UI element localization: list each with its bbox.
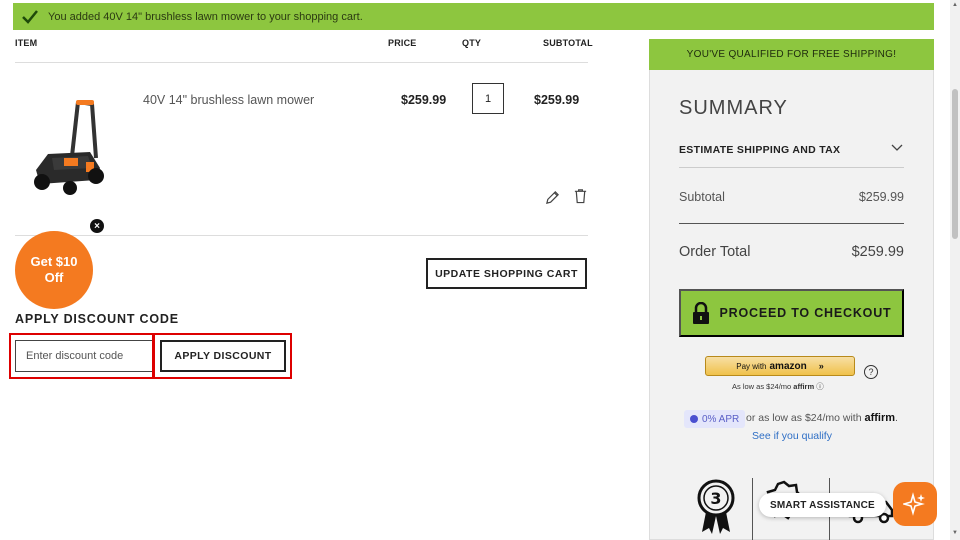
- page-scrollbar[interactable]: ▲ ▼: [950, 0, 960, 540]
- product-name[interactable]: 40V 14" brushless lawn mower: [143, 93, 314, 107]
- amazon-as-low: As low as $24/mo affirm ⓘ: [732, 381, 824, 392]
- scroll-down-arrow-icon[interactable]: ▼: [952, 530, 958, 536]
- item-price: $259.99: [401, 93, 447, 107]
- update-cart-button[interactable]: UPDATE SHOPPING CART: [426, 258, 587, 289]
- badge-number: 3: [710, 489, 721, 508]
- table-divider: [15, 62, 588, 63]
- amazon-pay-button[interactable]: Pay with amazon »: [705, 356, 855, 376]
- header-subtotal: SUBTOTAL: [543, 38, 593, 48]
- affirm-period: .: [895, 412, 898, 424]
- info-icon[interactable]: ⓘ: [816, 382, 824, 391]
- order-total-label: Order Total: [679, 244, 751, 260]
- lawn-mower-image[interactable]: [30, 98, 114, 196]
- scroll-up-arrow-icon[interactable]: ▲: [952, 2, 958, 8]
- apr-text: 0% APR: [702, 413, 740, 425]
- quantity-input[interactable]: 1: [472, 83, 504, 114]
- amazon-brand: amazon: [769, 360, 807, 372]
- close-icon[interactable]: ×: [90, 219, 104, 233]
- promo-line-1: Get $10: [30, 254, 78, 269]
- summary-title: SUMMARY: [679, 97, 788, 119]
- affirm-text: or as low as $24/mo with affirm.: [746, 412, 898, 424]
- warranty-3-badge-icon: 3: [697, 479, 735, 534]
- item-subtotal: $259.99: [534, 93, 580, 107]
- affirm-mini-logo: affirm: [793, 382, 815, 391]
- smart-assistance-button[interactable]: [893, 482, 937, 526]
- amazon-prefix: Pay with: [736, 361, 767, 371]
- promo-line-2: Off: [44, 270, 64, 285]
- smart-assistance-label[interactable]: SMART ASSISTANCE: [759, 493, 886, 517]
- summary-divider: [679, 167, 904, 168]
- subtotal-value: $259.99: [858, 190, 904, 204]
- scrollbar-thumb[interactable]: [952, 89, 958, 239]
- item-divider: [15, 235, 588, 236]
- discount-code-input[interactable]: Enter discount code: [15, 340, 155, 372]
- trash-icon[interactable]: [571, 187, 589, 205]
- chevron-down-icon[interactable]: [890, 141, 904, 155]
- estimate-shipping-toggle[interactable]: ESTIMATE SHIPPING AND TAX: [679, 144, 840, 156]
- order-total-value: $259.99: [851, 244, 904, 260]
- apr-badge: 0% APR: [684, 410, 746, 428]
- badge-divider: [752, 478, 753, 540]
- checkmark-icon: [22, 9, 38, 24]
- discount-title: APPLY DISCOUNT CODE: [15, 312, 179, 326]
- proceed-to-checkout-button[interactable]: PROCEED TO CHECKOUT: [679, 289, 904, 337]
- lock-icon: [692, 302, 709, 324]
- see-if-you-qualify-link[interactable]: See if you qualify: [752, 430, 832, 442]
- sparkle-icon: [903, 492, 925, 516]
- tag-icon: [690, 415, 698, 423]
- success-message: You added 40V 14" brushless lawn mower t…: [48, 10, 363, 23]
- edit-icon[interactable]: [543, 188, 561, 206]
- amazon-arrows: »: [818, 361, 824, 371]
- success-banner: You added 40V 14" brushless lawn mower t…: [13, 3, 934, 30]
- summary-divider-dark: [679, 223, 904, 224]
- promo-bubble[interactable]: Get $10 Off: [15, 231, 93, 309]
- help-icon[interactable]: ?: [864, 365, 878, 379]
- header-price: PRICE: [388, 38, 417, 48]
- subtotal-label: Subtotal: [679, 190, 725, 204]
- free-shipping-banner: YOU'VE QUALIFIED FOR FREE SHIPPING!: [649, 39, 934, 70]
- amazon-as-low-text: As low as $24/mo: [732, 382, 792, 391]
- header-qty: QTY: [462, 38, 482, 48]
- apply-discount-button[interactable]: APPLY DISCOUNT: [160, 340, 286, 372]
- affirm-logo: affirm: [864, 412, 896, 424]
- checkout-label: PROCEED TO CHECKOUT: [719, 306, 892, 320]
- affirm-text-body: or as low as $24/mo with: [746, 412, 862, 424]
- header-item: ITEM: [15, 38, 38, 48]
